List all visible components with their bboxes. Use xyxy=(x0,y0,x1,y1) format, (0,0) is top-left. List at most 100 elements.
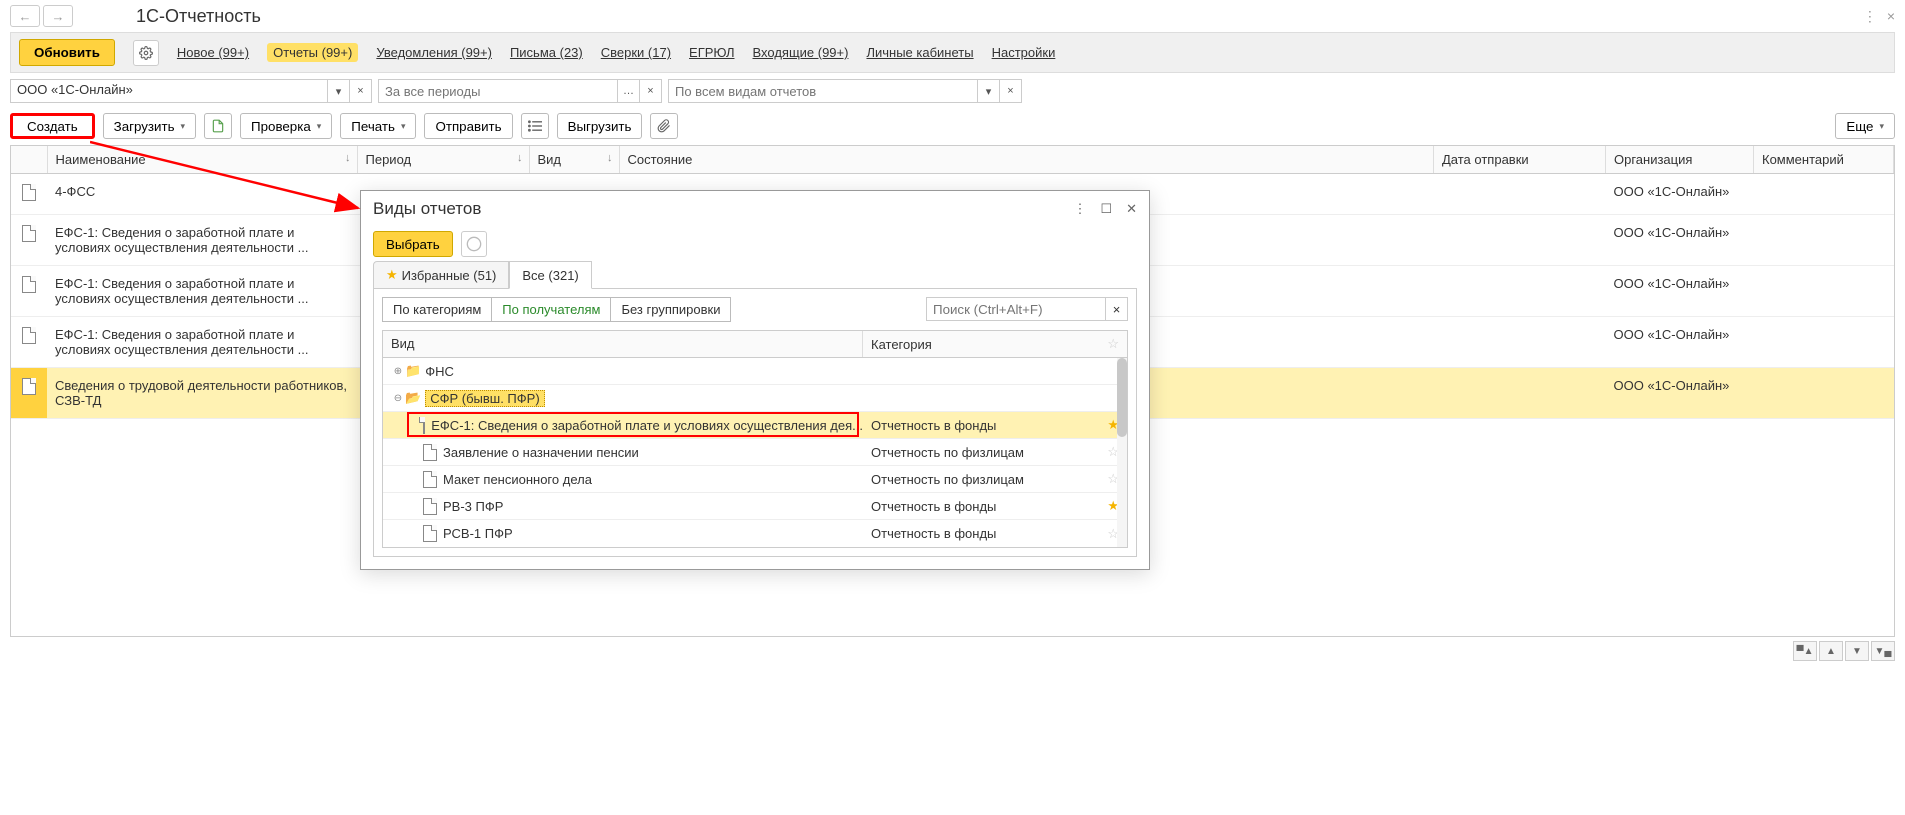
tree-item[interactable]: Макет пенсионного дела Отчетность по физ… xyxy=(383,466,1127,493)
period-picker-button[interactable]: … xyxy=(618,79,640,103)
org-clear-button[interactable]: × xyxy=(350,79,372,103)
period-clear-button[interactable]: × xyxy=(640,79,662,103)
cell-org: ООО «1С-Онлайн» xyxy=(1606,266,1754,317)
col-name[interactable]: Наименование↓ xyxy=(47,146,357,174)
scrollbar[interactable] xyxy=(1117,358,1127,547)
type-filter[interactable] xyxy=(668,79,978,103)
group-by-recipient-button[interactable]: По получателям xyxy=(491,297,610,322)
period-filter[interactable] xyxy=(378,79,618,103)
org-filter[interactable]: ООО «1С-Онлайн» xyxy=(10,79,328,103)
tab-favorites[interactable]: ★ Избранные (51) xyxy=(373,261,509,289)
close-icon[interactable]: ✕ xyxy=(1126,201,1137,217)
tab-letters[interactable]: Письма (23) xyxy=(510,45,583,60)
chevron-down-icon: ▾ xyxy=(317,121,322,132)
chevron-down-icon: ▾ xyxy=(1879,121,1884,132)
scroll-down-button[interactable]: ▼ xyxy=(1845,641,1869,661)
group-none-button[interactable]: Без группировки xyxy=(610,297,731,322)
sort-icon: ↓ xyxy=(517,152,523,164)
col-period[interactable]: Период↓ xyxy=(357,146,529,174)
folder-open-icon: 📂 xyxy=(405,390,421,406)
group-by-category-button[interactable]: По категориям xyxy=(382,297,491,322)
nav-tabs: Обновить Новое (99+) Отчеты (99+) Уведом… xyxy=(10,32,1895,73)
document-icon xyxy=(423,444,437,461)
folder-icon: 📁 xyxy=(405,363,421,379)
tree-folder-sfr[interactable]: ⊖ 📂 СФР (бывш. ПФР) xyxy=(383,385,1127,412)
tree-item[interactable]: Заявление о назначении пенсии Отчетность… xyxy=(383,439,1127,466)
page-title: 1С-Отчетность xyxy=(136,6,261,27)
org-dropdown-button[interactable]: ▾ xyxy=(328,79,350,103)
tab-new[interactable]: Новое (99+) xyxy=(177,45,249,60)
list-icon xyxy=(528,120,542,132)
paperclip-icon xyxy=(657,119,671,133)
collapse-icon[interactable]: ⊖ xyxy=(391,393,405,404)
document-icon xyxy=(423,471,437,488)
tab-settings[interactable]: Настройки xyxy=(992,45,1056,60)
send-button[interactable]: Отправить xyxy=(424,113,512,139)
kebab-icon[interactable]: ⋮ xyxy=(1863,8,1877,25)
tab-all[interactable]: Все (321) xyxy=(509,261,591,289)
dialog-report-types: Виды отчетов ⋮ ☐ ✕ Выбрать ★ Избранные (… xyxy=(360,190,1150,570)
dialog-col-category[interactable]: Категория ☆ xyxy=(863,331,1127,357)
kebab-icon[interactable]: ⋮ xyxy=(1073,201,1086,217)
cell-name: ЕФС-1: Сведения о заработной плате и усл… xyxy=(47,266,357,317)
create-button[interactable]: Создать xyxy=(10,113,95,139)
cell-name: Сведения о трудовой деятельности работни… xyxy=(47,368,357,419)
dialog-title: Виды отчетов xyxy=(373,199,481,219)
print-button[interactable]: Печать▾ xyxy=(340,113,416,139)
document-icon xyxy=(423,498,437,515)
document-icon xyxy=(22,184,36,201)
scroll-top-button[interactable]: ▀▲ xyxy=(1793,641,1817,661)
type-clear-button[interactable]: × xyxy=(1000,79,1022,103)
gear-icon xyxy=(139,46,153,60)
expand-icon[interactable]: ⊕ xyxy=(391,366,405,377)
document-icon xyxy=(22,327,36,344)
tree-item[interactable]: РВ-3 ПФР Отчетность в фонды ★ xyxy=(383,493,1127,520)
scroll-up-button[interactable]: ▲ xyxy=(1819,641,1843,661)
nav-back-button[interactable]: ← xyxy=(10,5,40,27)
footer-nav: ▀▲ ▲ ▼ ▼▄ xyxy=(0,637,1905,665)
cell-name: ЕФС-1: Сведения о заработной плате и усл… xyxy=(47,215,357,266)
update-button[interactable]: Обновить xyxy=(19,39,115,66)
settings-gear-button[interactable] xyxy=(133,40,159,66)
load-button[interactable]: Загрузить▾ xyxy=(103,113,196,139)
document-icon xyxy=(22,225,36,242)
scroll-bottom-button[interactable]: ▼▄ xyxy=(1871,641,1895,661)
globe-icon xyxy=(466,236,482,252)
col-sent-date[interactable]: Дата отправки xyxy=(1434,146,1606,174)
nav-forward-button[interactable]: → xyxy=(43,5,73,27)
cell-name: ЕФС-1: Сведения о заработной плате и усл… xyxy=(47,317,357,368)
tab-cabinets[interactable]: Личные кабинеты xyxy=(866,45,973,60)
cell-name: 4-ФСС xyxy=(47,174,357,215)
info-button[interactable] xyxy=(461,231,487,257)
tab-reconciliations[interactable]: Сверки (17) xyxy=(601,45,671,60)
export-button[interactable]: Выгрузить xyxy=(557,113,643,139)
chevron-down-icon: ▾ xyxy=(401,121,406,132)
document-icon xyxy=(22,378,36,395)
tab-incoming[interactable]: Входящие (99+) xyxy=(753,45,849,60)
tab-notifications[interactable]: Уведомления (99+) xyxy=(376,45,492,60)
col-org[interactable]: Организация xyxy=(1606,146,1754,174)
maximize-icon[interactable]: ☐ xyxy=(1100,201,1112,217)
select-button[interactable]: Выбрать xyxy=(373,231,453,257)
tree-item[interactable]: ЕФС-1: Сведения о заработной плате и усл… xyxy=(383,412,1127,439)
check-button[interactable]: Проверка▾ xyxy=(240,113,332,139)
col-state[interactable]: Состояние xyxy=(619,146,1434,174)
tree-item[interactable]: РСВ-1 ПФР Отчетность в фонды ☆ xyxy=(383,520,1127,547)
tab-reports[interactable]: Отчеты (99+) xyxy=(267,43,358,62)
close-panel-icon[interactable]: × xyxy=(1887,8,1895,25)
type-dropdown-button[interactable]: ▾ xyxy=(978,79,1000,103)
tree-folder-fns[interactable]: ⊕ 📁 ФНС xyxy=(383,358,1127,385)
file-import-icon xyxy=(211,119,225,133)
attach-button[interactable] xyxy=(650,113,678,139)
search-clear-button[interactable]: × xyxy=(1106,297,1128,321)
tab-egrul[interactable]: ЕГРЮЛ xyxy=(689,45,734,60)
more-button[interactable]: Еще▾ xyxy=(1835,113,1895,139)
col-kind[interactable]: Вид↓ xyxy=(529,146,619,174)
col-comment[interactable]: Комментарий xyxy=(1754,146,1894,174)
document-icon xyxy=(22,276,36,293)
load-from-file-button[interactable] xyxy=(204,113,232,139)
dialog-search-input[interactable] xyxy=(926,297,1106,321)
send-list-button[interactable] xyxy=(521,113,549,139)
dialog-col-kind[interactable]: Вид xyxy=(383,331,863,357)
star-header-icon[interactable]: ☆ xyxy=(1107,336,1119,352)
